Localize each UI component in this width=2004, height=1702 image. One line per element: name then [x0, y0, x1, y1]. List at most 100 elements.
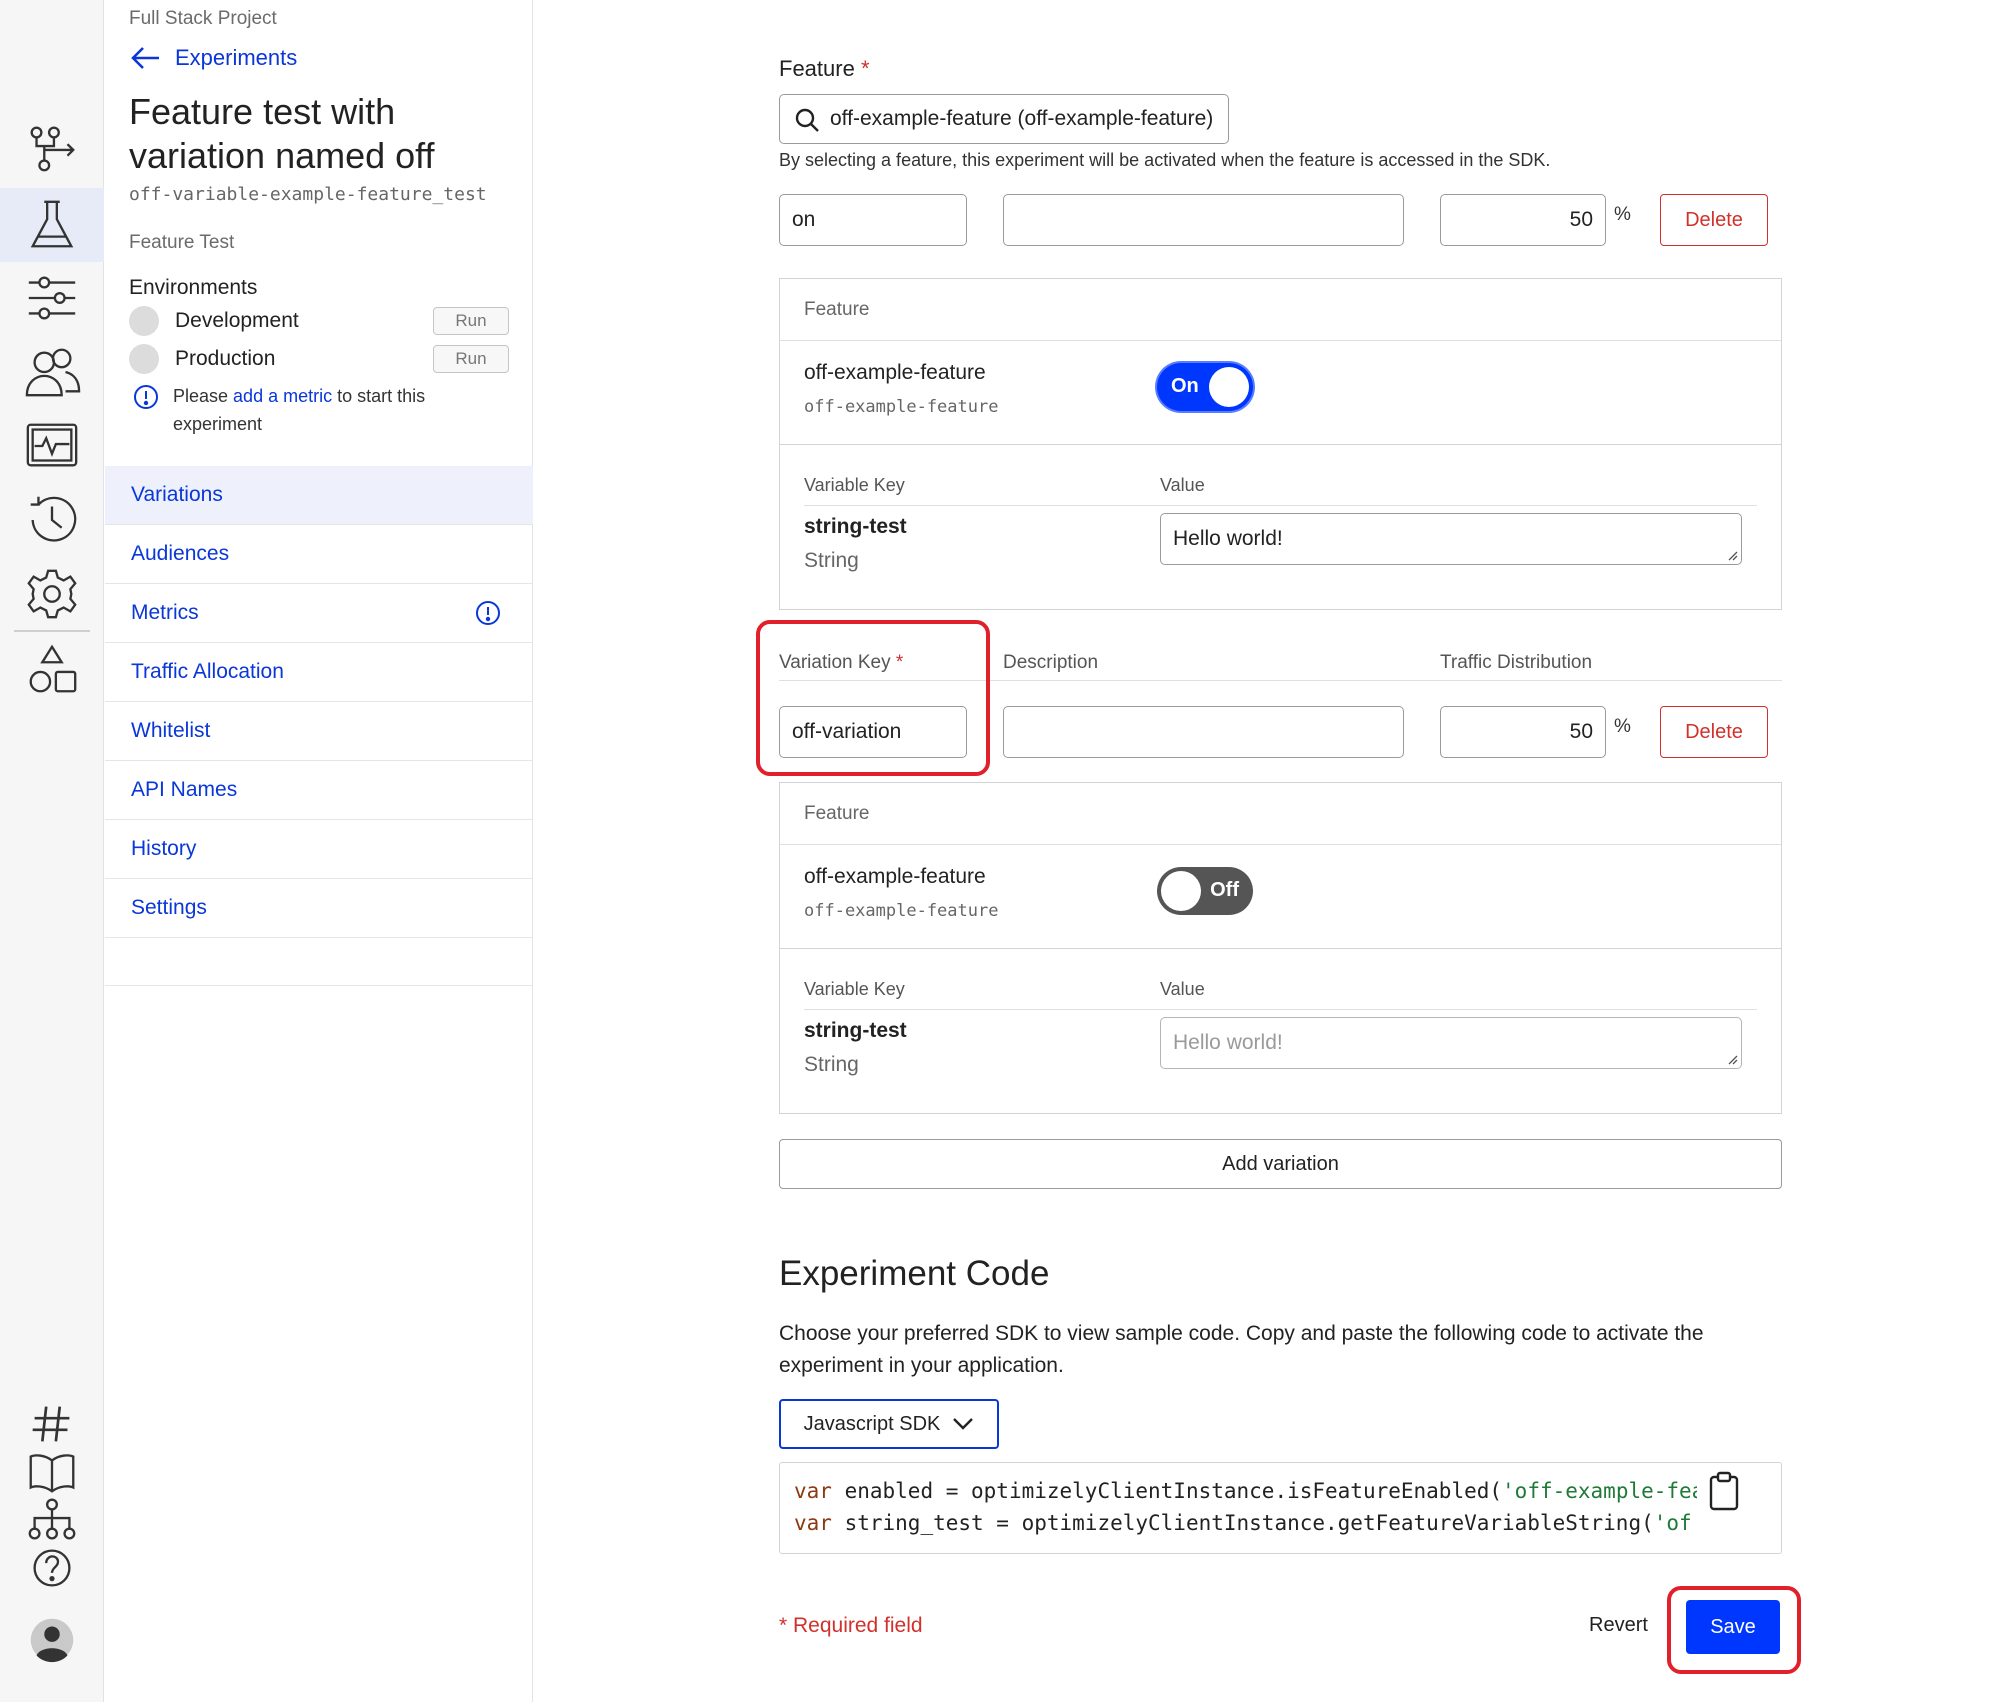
environment-row-production: Production Run — [129, 342, 509, 376]
delete-variation-button[interactable]: Delete — [1660, 706, 1768, 758]
project-name: Full Stack Project — [129, 8, 277, 29]
help-icon[interactable] — [22, 1538, 82, 1598]
code-body: string_test = optimizelyClientInstance.g… — [831, 1511, 1654, 1535]
traffic-input[interactable]: 50 — [1440, 706, 1606, 758]
table-divider — [804, 505, 1757, 506]
variable-value: Hello world! — [1173, 527, 1283, 550]
experiment-title: Feature test with variation named off — [129, 91, 435, 176]
monitor-icon[interactable] — [22, 416, 82, 476]
table-divider — [804, 1009, 1757, 1010]
card-heading: Feature — [780, 783, 1781, 845]
menu-label: Metrics — [131, 601, 199, 624]
sdk-selected: Javascript SDK — [803, 1412, 941, 1435]
variation-description-input[interactable] — [1003, 194, 1404, 246]
add-metric-link[interactable]: add a metric — [233, 386, 332, 406]
sdk-select[interactable]: Javascript SDK — [779, 1399, 999, 1449]
menu-item-api-names[interactable]: API Names — [105, 761, 533, 820]
feature-toggle-row: off-example-feature off-example-feature … — [780, 341, 1781, 445]
code-line: var string_test = optimizelyClientInstan… — [794, 1507, 1697, 1539]
environment-name: Production — [175, 347, 276, 370]
feature-toggle[interactable]: Off — [1157, 867, 1253, 915]
icon-rail — [0, 0, 104, 1702]
toggle-knob — [1161, 871, 1201, 911]
delete-variation-button[interactable]: Delete — [1660, 194, 1768, 246]
menu-item-whitelist[interactable]: Whitelist — [105, 702, 533, 761]
variable-table: Variable Key Value string-test String He… — [780, 949, 1781, 1113]
revert-button[interactable]: Revert — [1589, 1614, 1648, 1637]
toggle-label: On — [1171, 375, 1199, 397]
menu-label: API Names — [131, 778, 238, 801]
traffic-value: 50 — [1569, 208, 1593, 231]
variable-key: string-test — [804, 515, 907, 538]
chevron-down-icon — [953, 1418, 974, 1430]
clipboard-icon[interactable] — [1707, 1471, 1741, 1511]
rail-divider — [14, 630, 90, 632]
card-heading: Feature — [780, 279, 1781, 341]
experiment-type: Feature Test — [129, 232, 235, 253]
variation-key-highlight — [756, 620, 990, 776]
main-content: Feature * off-example-feature (off-examp… — [534, 0, 2004, 1702]
feature-helper-text: By selecting a feature, this experiment … — [779, 150, 1551, 170]
gear-icon[interactable] — [22, 564, 82, 624]
metric-notice: Please add a metric to start this experi… — [133, 382, 513, 438]
flow-icon[interactable] — [22, 118, 82, 178]
description-header: Description — [1003, 652, 1099, 673]
code-body: enabled = optimizelyClientInstance.isFea… — [831, 1479, 1503, 1503]
environments-heading: Environments — [129, 276, 258, 299]
back-label: Experiments — [175, 45, 298, 70]
percent-sign: % — [1614, 204, 1631, 225]
variable-key-header: Variable Key — [804, 979, 905, 999]
feature-label: Feature * — [779, 56, 870, 82]
variation-feature-card: Feature off-example-feature off-example-… — [779, 278, 1782, 610]
resize-handle-icon[interactable] — [1726, 1053, 1738, 1065]
environment-name: Development — [175, 309, 299, 332]
run-production-button[interactable]: Run — [433, 345, 509, 373]
shapes-icon[interactable] — [22, 640, 82, 700]
variation-description-input[interactable] — [1003, 706, 1404, 758]
experiment-code-description: Choose your preferred SDK to view sample… — [779, 1322, 1704, 1377]
feature-toggle-row: off-example-feature off-example-feature … — [780, 845, 1781, 949]
traffic-value: 50 — [1569, 720, 1593, 743]
add-variation-button[interactable]: Add variation — [779, 1139, 1782, 1189]
flask-icon[interactable] — [0, 188, 104, 262]
feature-search-input[interactable]: off-example-feature (off-example-feature… — [779, 94, 1229, 144]
menu-label: Audiences — [131, 542, 230, 565]
variable-value-textarea[interactable]: Hello world! — [1160, 1017, 1742, 1069]
history-icon[interactable] — [22, 490, 82, 550]
value-header: Value — [1160, 979, 1205, 999]
menu-label: Variations — [131, 483, 223, 506]
resize-handle-icon[interactable] — [1726, 549, 1738, 561]
info-icon — [476, 601, 500, 625]
menu-spacer — [105, 938, 533, 986]
notice-pre: Please — [173, 386, 234, 406]
menu-item-settings[interactable]: Settings — [105, 879, 533, 938]
arrow-left-icon — [131, 47, 159, 69]
feature-name: off-example-feature — [804, 865, 986, 888]
variation-key-value: on — [792, 208, 816, 231]
code-line: var enabled = optimizelyClientInstance.i… — [794, 1475, 1697, 1507]
sliders-icon[interactable] — [22, 268, 82, 328]
back-to-experiments-link[interactable]: Experiments — [129, 44, 297, 72]
menu-item-traffic-allocation[interactable]: Traffic Allocation — [105, 643, 533, 702]
code-string: 'of — [1653, 1511, 1692, 1535]
variable-value-textarea[interactable]: Hello world! — [1160, 513, 1742, 565]
code-keyword: var — [794, 1479, 832, 1503]
menu-item-metrics[interactable]: Metrics — [105, 584, 533, 643]
feature-toggle[interactable]: On — [1157, 363, 1253, 411]
code-block[interactable]: var enabled = optimizelyClientInstance.i… — [779, 1462, 1782, 1554]
search-icon — [795, 108, 819, 132]
variable-key: string-test — [804, 1019, 907, 1042]
menu-item-history[interactable]: History — [105, 820, 533, 879]
users-icon[interactable] — [22, 342, 82, 402]
traffic-input[interactable]: 50 — [1440, 194, 1606, 246]
experiment-code-title: Experiment Code — [779, 1254, 1050, 1293]
menu-item-audiences[interactable]: Audiences — [105, 525, 533, 584]
menu-item-variations[interactable]: Variations — [105, 466, 533, 525]
variation-key-input[interactable]: on — [779, 194, 967, 246]
experiment-menu: Variations Audiences Metrics Traffic All… — [105, 466, 533, 986]
account-icon[interactable] — [22, 1610, 82, 1670]
variable-table: Variable Key Value string-test String He… — [780, 445, 1781, 609]
run-development-button[interactable]: Run — [433, 307, 509, 335]
variable-value-placeholder: Hello world! — [1173, 1031, 1283, 1054]
experiment-nav: Full Stack Project Experiments Feature t… — [105, 0, 533, 1702]
